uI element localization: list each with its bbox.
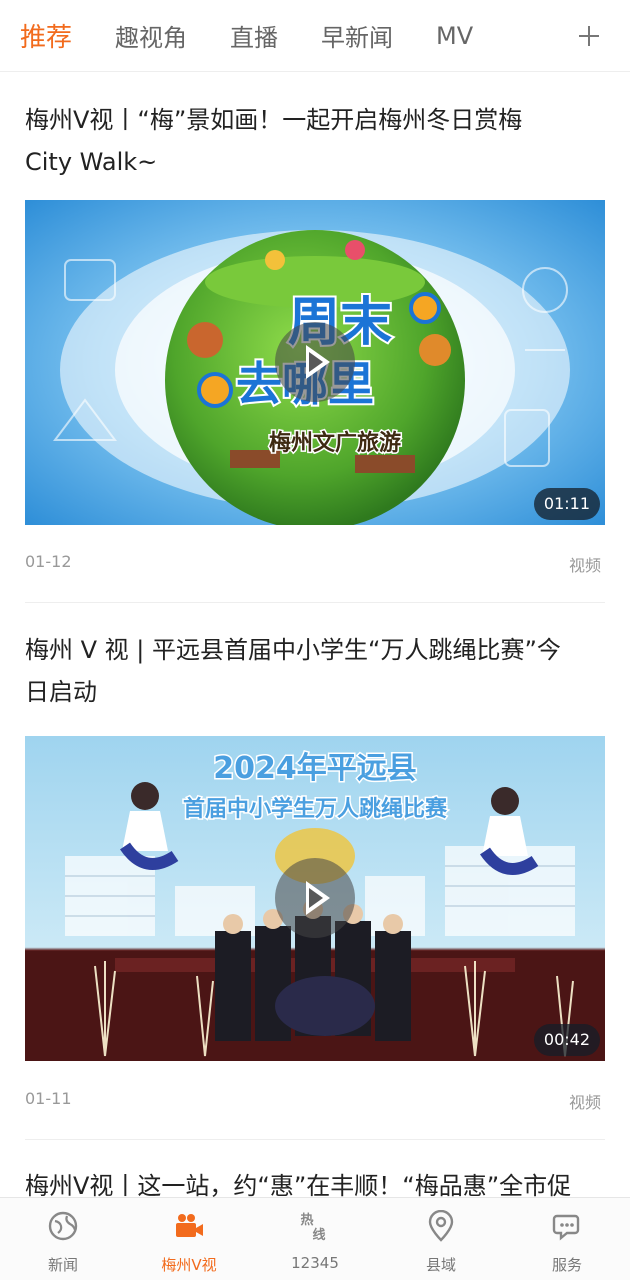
article-title[interactable]: 梅州 V 视 | 平远县首届中小学生“万人跳绳比赛”今 日启动 bbox=[25, 629, 605, 713]
tab-live[interactable]: 直播 bbox=[230, 18, 278, 53]
location-pin-icon bbox=[428, 1210, 454, 1242]
nav-item-hotline[interactable]: 热 线 12345 bbox=[252, 1198, 378, 1280]
divider bbox=[25, 1139, 605, 1140]
divider bbox=[25, 602, 605, 603]
article-title[interactable]: 梅州V视丨“梅”景如画！一起开启梅州冬日赏梅 City Walk~ bbox=[25, 99, 605, 183]
plus-icon[interactable] bbox=[574, 16, 604, 56]
play-button[interactable] bbox=[275, 858, 355, 938]
news-feed: 梅州V视丨“梅”景如画！一起开启梅州冬日赏梅 City Walk~ 周末 梅州文… bbox=[0, 72, 630, 1197]
video-thumbnail[interactable]: 2024年平远县 首届中小学生万人跳绳比赛 00:42 bbox=[25, 736, 605, 1061]
video-duration: 00:42 bbox=[533, 1024, 600, 1056]
article-meta: 01-12 视频 bbox=[25, 552, 605, 576]
globe-icon bbox=[48, 1211, 78, 1241]
article-date: 01-11 bbox=[25, 1089, 72, 1108]
article-title[interactable]: 梅州V视丨这一站，约“惠”在丰顺！“梅品惠”全市促 bbox=[25, 1165, 605, 1197]
thumbnail-text-sub: 梅州文广旅游 bbox=[269, 430, 401, 456]
tab-morning-news[interactable]: 早新闻 bbox=[321, 18, 393, 53]
video-thumbnail[interactable]: 周末 去哪里 梅州文广旅游 01:11 bbox=[25, 200, 605, 525]
article-date: 01-12 bbox=[25, 552, 72, 571]
list-item[interactable]: 梅州V视丨“梅”景如画！一起开启梅州冬日赏梅 City Walk~ 周末 梅州文… bbox=[25, 99, 605, 629]
nav-item-service[interactable]: 服务 bbox=[504, 1198, 630, 1280]
nav-item-county[interactable]: 县域 bbox=[378, 1198, 504, 1280]
article-meta: 01-11 视频 bbox=[25, 1089, 605, 1113]
list-item[interactable]: 梅州V视丨这一站，约“惠”在丰顺！“梅品惠”全市促 bbox=[25, 1165, 605, 1197]
tab-recommend[interactable]: 推荐 bbox=[20, 17, 72, 54]
thumbnail-banner-event: 首届中小学生万人跳绳比赛 bbox=[183, 796, 448, 822]
tab-mv[interactable]: MV bbox=[436, 22, 473, 50]
article-type-badge: 视频 bbox=[568, 556, 601, 575]
article-type-badge: 视频 bbox=[568, 1093, 601, 1112]
chat-bubble-icon bbox=[552, 1214, 580, 1241]
nav-item-news[interactable]: 新闻 bbox=[0, 1198, 126, 1280]
video-camera-icon bbox=[176, 1214, 203, 1237]
tab-interesting-view[interactable]: 趣视角 bbox=[115, 18, 187, 53]
top-tab-bar: 推荐 趣视角 直播 早新闻 MV bbox=[0, 0, 630, 72]
play-button[interactable] bbox=[275, 322, 355, 402]
svg-text:热: 热 bbox=[300, 1212, 313, 1228]
nav-item-meizhou-v[interactable]: 梅州V视 bbox=[126, 1198, 252, 1280]
svg-text:线: 线 bbox=[312, 1227, 325, 1242]
video-duration: 01:11 bbox=[533, 488, 600, 520]
list-item[interactable]: 梅州 V 视 | 平远县首届中小学生“万人跳绳比赛”今 日启动 2024年平远县… bbox=[25, 629, 605, 1159]
hotline-icon: 热 线 bbox=[300, 1212, 325, 1242]
thumbnail-banner-year: 2024年平远县 bbox=[213, 751, 417, 786]
bottom-navigation: 新闻 梅州V视 热 线 12345 县域 服务 bbox=[0, 1197, 630, 1280]
